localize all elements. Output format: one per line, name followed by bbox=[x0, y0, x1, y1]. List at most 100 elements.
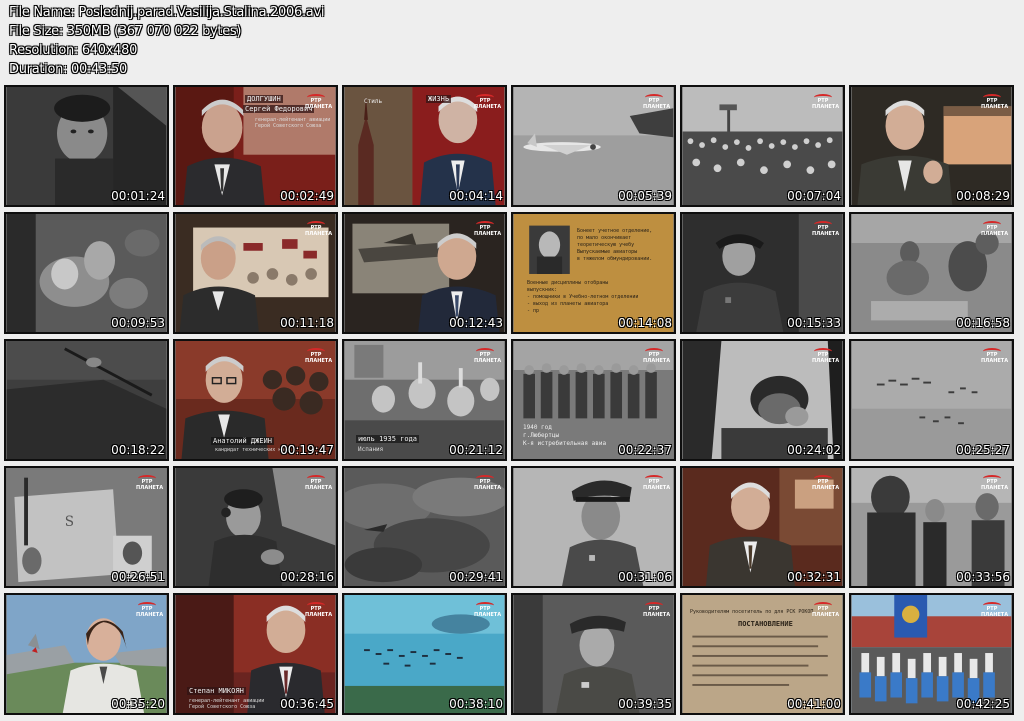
timestamp: 00:11:18 bbox=[280, 316, 334, 330]
channel-logo-icon: РТР ПЛАНЕТА bbox=[812, 475, 839, 491]
timestamp: 00:24:02 bbox=[787, 443, 841, 457]
timestamp: 00:28:16 bbox=[280, 570, 334, 584]
caption-place: г.Любертцы bbox=[523, 432, 560, 439]
caption-year: 1940 год bbox=[523, 424, 552, 431]
video-thumbnail[interactable]: РТР ПЛАНЕТА 00:11:18 bbox=[173, 212, 338, 334]
file-info-header: File Name: Poslednij.parad.Vasilija.Stal… bbox=[9, 3, 324, 79]
video-thumbnail[interactable]: РТР ПЛАНЕТА 00:16:58 bbox=[849, 212, 1014, 334]
timestamp: 00:16:58 bbox=[956, 316, 1010, 330]
channel-logo-icon: РТР ПЛАНЕТА bbox=[136, 475, 163, 491]
timestamp: 00:15:33 bbox=[787, 316, 841, 330]
timestamp: 00:31:06 bbox=[618, 570, 672, 584]
timestamp: 00:25:27 bbox=[956, 443, 1010, 457]
resolution-line: Resolution: 640x480 bbox=[9, 43, 138, 58]
channel-logo-icon: РТР ПЛАНЕТА bbox=[812, 221, 839, 237]
timestamp: 00:38:10 bbox=[449, 697, 503, 711]
video-thumbnail[interactable]: Степан МИКОЯН генерал-лейтенант авиации … bbox=[173, 593, 338, 715]
timestamp: 00:14:08 bbox=[618, 316, 672, 330]
timestamp: 00:05:39 bbox=[618, 189, 672, 203]
channel-logo-icon: РТР ПЛАНЕТА bbox=[305, 221, 332, 237]
timestamp: 00:32:31 bbox=[787, 570, 841, 584]
video-thumbnail[interactable]: Анатолий ДЖЕИН кандидат технических наук… bbox=[173, 339, 338, 461]
video-thumbnail[interactable]: РТР ПЛАНЕТА 00:12:43 bbox=[342, 212, 507, 334]
video-thumbnail[interactable]: РТР ПЛАНЕТА 00:35:20 bbox=[4, 593, 169, 715]
video-thumbnail[interactable]: РТР ПЛАНЕТА 00:07:04 bbox=[680, 85, 845, 207]
channel-logo-icon: РТР ПЛАНЕТА bbox=[643, 475, 670, 491]
scene-pilot-closeup bbox=[6, 87, 167, 205]
file-name-line: File Name: Poslednij.parad.Vasilija.Stal… bbox=[9, 5, 325, 20]
doc-line: по мало окончивает bbox=[577, 235, 632, 241]
caption-desc: Герой Советского Союза bbox=[189, 704, 256, 710]
caption-right: ЖИЗНЬ bbox=[426, 95, 452, 103]
timestamp: 00:26:51 bbox=[111, 570, 165, 584]
doc-line: Выпускаемые авиаторы bbox=[577, 249, 638, 255]
channel-logo-icon: РТР ПЛАНЕТА bbox=[136, 602, 163, 618]
video-thumbnail[interactable]: 00:09:53 bbox=[4, 212, 169, 334]
video-thumbnail[interactable]: РТР ПЛАНЕТА 00:38:10 bbox=[342, 593, 507, 715]
channel-logo-icon: РТР ПЛАНЕТА bbox=[474, 221, 501, 237]
doc-line: Военные дисциплины отобраны bbox=[527, 280, 609, 286]
channel-logo-icon: РТР ПЛАНЕТА bbox=[981, 602, 1008, 618]
timestamp: 00:08:29 bbox=[956, 189, 1010, 203]
svg-text:S: S bbox=[65, 514, 74, 530]
channel-logo-icon: РТР ПЛАНЕТА bbox=[643, 94, 670, 110]
caption-left: Стиль bbox=[364, 98, 383, 105]
video-thumbnail[interactable]: 1940 год г.Любертцы К-я истребительная а… bbox=[511, 339, 676, 461]
video-thumbnail[interactable]: РТР ПЛАНЕТА 00:33:56 bbox=[849, 466, 1014, 588]
doc-line: - пр bbox=[527, 308, 540, 314]
timestamp: 00:29:41 bbox=[449, 570, 503, 584]
caption-subname: Сергей Федорович bbox=[243, 105, 315, 113]
video-thumbnail[interactable]: 00:01:24 bbox=[4, 85, 169, 207]
timestamp: 00:22:37 bbox=[618, 443, 672, 457]
caption-place: Испания bbox=[358, 446, 384, 453]
video-thumbnail[interactable]: РТР ПЛАНЕТА 00:32:31 bbox=[680, 466, 845, 588]
timestamp: 00:01:24 bbox=[111, 189, 165, 203]
timestamp: 00:39:35 bbox=[618, 697, 672, 711]
timestamp: 00:18:22 bbox=[111, 443, 165, 457]
video-thumbnail[interactable]: РТР ПЛАНЕТА 00:39:35 bbox=[511, 593, 676, 715]
doc-line: в тяжелом обмундировании. bbox=[577, 256, 653, 262]
timestamp: 00:07:04 bbox=[787, 189, 841, 203]
doc-line: Бонеет учетное отделение, bbox=[577, 228, 653, 234]
caption-desc: Герой Советского Союза bbox=[255, 123, 322, 129]
timestamp: 00:19:47 bbox=[280, 443, 334, 457]
video-thumbnail[interactable]: РТР ПЛАНЕТА 00:08:29 bbox=[849, 85, 1014, 207]
video-thumbnail[interactable]: РТР ПЛАНЕТА 00:25:27 bbox=[849, 339, 1014, 461]
caption-unit: К-я истребительная авиа bbox=[523, 440, 607, 447]
channel-logo-icon: РТР ПЛАНЕТА bbox=[474, 602, 501, 618]
channel-logo-icon: РТР ПЛАНЕТА bbox=[305, 348, 332, 364]
channel-logo-icon: РТР ПЛАНЕТА bbox=[981, 475, 1008, 491]
video-thumbnail[interactable]: 00:18:22 bbox=[4, 339, 169, 461]
timestamp: 00:02:49 bbox=[280, 189, 334, 203]
channel-logo-icon: РТР ПЛАНЕТА bbox=[981, 348, 1008, 364]
video-thumbnail[interactable]: РТР ПЛАНЕТА 00:28:16 bbox=[173, 466, 338, 588]
video-thumbnail[interactable]: РТР ПЛАНЕТА 00:42:25 bbox=[849, 593, 1014, 715]
video-thumbnail[interactable]: Стиль ЖИЗНЬ РТР ПЛАНЕТА 00:04:14 bbox=[342, 85, 507, 207]
video-thumbnail[interactable]: июль 1935 года Испания РТР ПЛАНЕТА 00:21… bbox=[342, 339, 507, 461]
channel-logo-icon: РТР ПЛАНЕТА bbox=[812, 348, 839, 364]
video-thumbnail[interactable]: РТР ПЛАНЕТА 00:05:39 bbox=[511, 85, 676, 207]
caption-date: июль 1935 года bbox=[356, 435, 420, 443]
doc-header: Руководителям посетитель по для РСК РОКО… bbox=[690, 609, 814, 615]
video-thumbnail[interactable]: Руководителям посетитель по для РСК РОКО… bbox=[680, 593, 845, 715]
video-thumbnail[interactable]: ДОЛГУШИН Сергей Федорович генерал-лейтен… bbox=[173, 85, 338, 207]
doc-line: теоретическую учебу bbox=[577, 242, 635, 248]
video-thumbnail[interactable]: РТР ПЛАНЕТА 00:31:06 bbox=[511, 466, 676, 588]
timestamp: 00:04:14 bbox=[449, 189, 503, 203]
video-thumbnail[interactable]: РТР ПЛАНЕТА 00:24:02 bbox=[680, 339, 845, 461]
video-thumbnail[interactable]: РТР ПЛАНЕТА 00:29:41 bbox=[342, 466, 507, 588]
timestamp: 00:12:43 bbox=[449, 316, 503, 330]
scene-crowd-celebration bbox=[6, 214, 167, 332]
scene-aircraft-wing bbox=[6, 341, 167, 459]
video-thumbnail[interactable]: РТР ПЛАНЕТА 00:15:33 bbox=[680, 212, 845, 334]
channel-logo-icon: РТР ПЛАНЕТА bbox=[474, 348, 501, 364]
timestamp: 00:41:00 bbox=[787, 697, 841, 711]
channel-logo-icon: РТР ПЛАНЕТА bbox=[643, 348, 670, 364]
channel-logo-icon: РТР ПЛАНЕТА bbox=[981, 94, 1008, 110]
timestamp: 00:33:56 bbox=[956, 570, 1010, 584]
caption-name: Степан МИКОЯН bbox=[187, 687, 246, 695]
video-thumbnail[interactable]: S РТР ПЛАНЕТА 00:26:51 bbox=[4, 466, 169, 588]
doc-line: выпускник: bbox=[527, 287, 558, 293]
caption-desc: кандидат технических наук bbox=[215, 447, 291, 453]
video-thumbnail[interactable]: Бонеет учетное отделение, по мало окончи… bbox=[511, 212, 676, 334]
